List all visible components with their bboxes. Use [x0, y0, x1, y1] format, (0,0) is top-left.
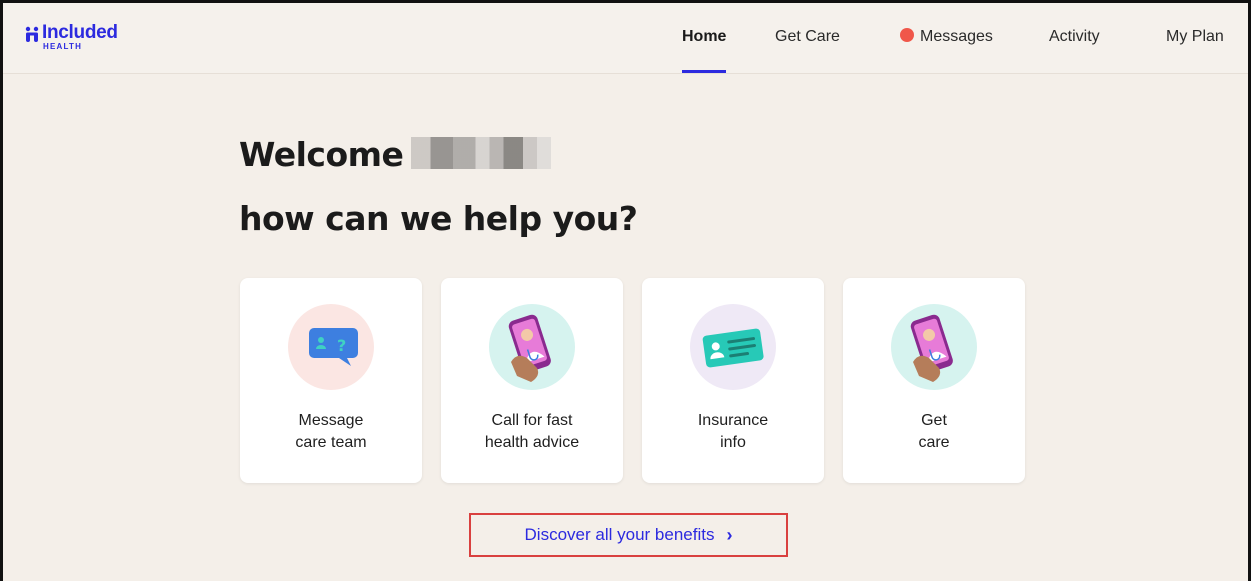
nav-get-care-label: Get Care: [775, 28, 840, 45]
card-label-line-1: Message: [298, 412, 364, 429]
welcome-line-1: Welcome: [239, 123, 637, 187]
card-label: Get care: [843, 410, 1025, 454]
discover-benefits-link[interactable]: Discover all your benefits ›: [469, 513, 788, 557]
chat-bubble-icon: ?: [288, 304, 374, 390]
card-label-line-2: health advice: [484, 434, 580, 451]
nav-activity[interactable]: Activity: [1049, 3, 1100, 73]
insurance-card-icon: [690, 304, 776, 390]
nav-messages-label: Messages: [920, 28, 993, 45]
card-label: Call for fast health advice: [441, 410, 623, 454]
nav-my-plan[interactable]: My Plan: [1166, 3, 1224, 73]
nav-messages[interactable]: Messages: [900, 3, 993, 73]
card-label: Message care team: [240, 410, 422, 454]
welcome-text: Welcome: [239, 135, 404, 174]
card-label: Insurance info: [642, 410, 824, 454]
logo-mark-icon: [25, 26, 39, 42]
included-health-logo[interactable]: Included HEALTH: [25, 23, 118, 51]
welcome-line-2: how can we help you?: [239, 199, 638, 238]
discover-benefits-label: Discover all your benefits: [524, 525, 715, 544]
logo-subtext: HEALTH: [43, 42, 83, 51]
card-label-line-1: Get: [921, 412, 947, 429]
phone-doctor-icon: [891, 304, 977, 390]
card-label-line-2: info: [720, 434, 746, 451]
top-header: Included HEALTH Home Get Care Messages A…: [3, 3, 1248, 74]
chevron-right-icon: ›: [726, 524, 733, 545]
card-label-line-2: care team: [295, 434, 367, 451]
svg-text:?: ?: [337, 336, 346, 355]
nav-activity-label: Activity: [1049, 28, 1100, 45]
nav-home-label: Home: [682, 28, 727, 45]
logo-wordmark: Included: [42, 22, 118, 43]
nav-my-plan-label: My Plan: [1166, 28, 1224, 45]
quick-action-cards: ? Message care team Call for fast health…: [240, 278, 1025, 483]
app-window: Included HEALTH Home Get Care Messages A…: [0, 0, 1251, 581]
logo-text: Included HEALTH: [42, 23, 118, 51]
card-insurance-info[interactable]: Insurance info: [642, 278, 824, 483]
welcome-heading: Welcome how can we help you?: [239, 123, 638, 251]
redacted-user-name: [411, 137, 552, 169]
card-label-line-2: care: [918, 434, 950, 451]
card-label-line-1: Call for fast: [491, 412, 573, 429]
nav-get-care[interactable]: Get Care: [775, 3, 840, 73]
card-get-care[interactable]: Get care: [843, 278, 1025, 483]
nav-home[interactable]: Home: [682, 3, 727, 73]
phone-doctor-icon: [489, 304, 575, 390]
card-label-line-1: Insurance: [697, 412, 769, 429]
unread-dot-icon: [900, 28, 914, 42]
card-call-health-advice[interactable]: Call for fast health advice: [441, 278, 623, 483]
card-message-care-team[interactable]: ? Message care team: [240, 278, 422, 483]
